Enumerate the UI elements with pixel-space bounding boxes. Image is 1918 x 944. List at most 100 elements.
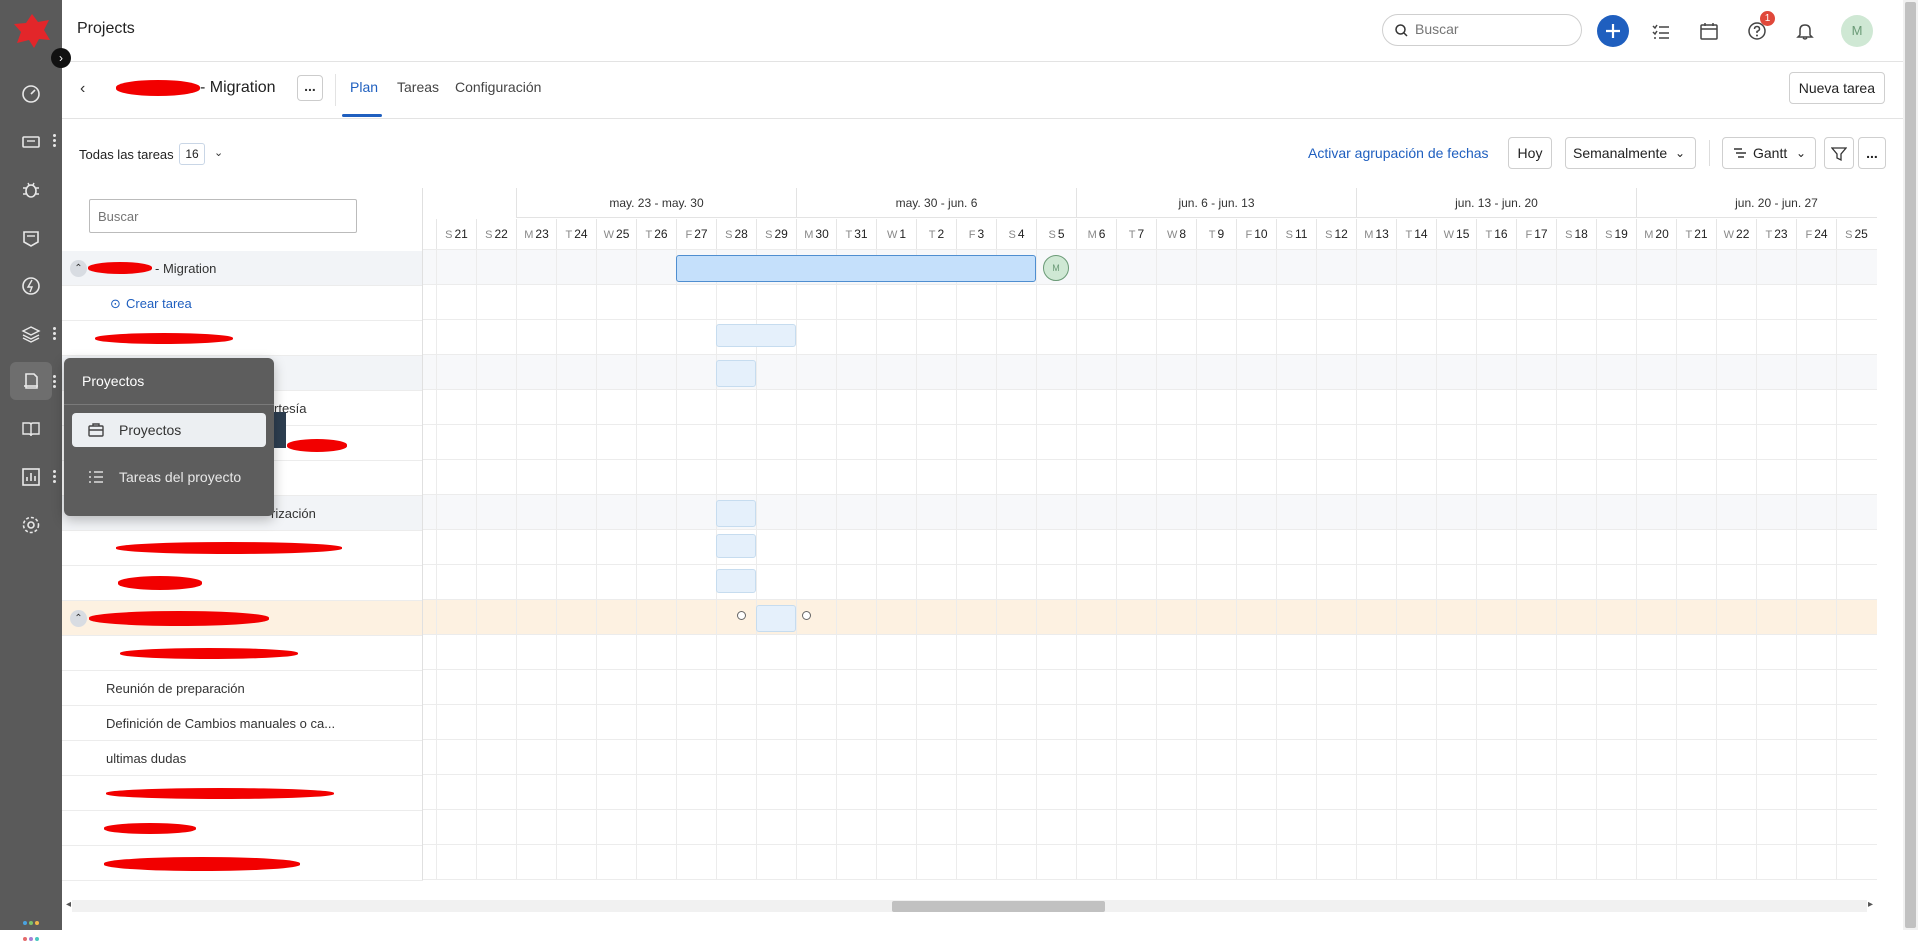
gantt-row-group [423, 354, 1877, 389]
app-logo-icon[interactable] [12, 12, 52, 50]
task-search-input[interactable] [89, 199, 357, 233]
task-row[interactable]: Reunión de preparación [62, 671, 423, 706]
task-bar[interactable] [716, 534, 756, 558]
help-button[interactable]: 1 [1741, 11, 1775, 47]
task-row[interactable] [62, 811, 423, 846]
day-number: 16 [1494, 227, 1508, 241]
task-label: ultimas dudas [106, 751, 187, 766]
rail-bug-icon[interactable] [10, 171, 52, 209]
gantt-horizontal-gridline [423, 599, 1877, 600]
tab-plan[interactable]: Plan [350, 79, 378, 95]
day-header: S 18 [1556, 219, 1596, 249]
view-select[interactable]: Gantt ⌄ [1722, 137, 1816, 169]
weekday-label: S [1845, 229, 1853, 241]
collapse-icon[interactable]: ⌃ [70, 260, 87, 277]
rail-assets-icon[interactable] [10, 219, 52, 257]
rail-reports-icon[interactable] [10, 458, 52, 496]
task-row[interactable]: Definición de Cambios manuales o ca... [62, 706, 423, 741]
hidden-element-edge [274, 412, 286, 448]
rail-more-icon[interactable] [53, 470, 57, 484]
tab-tareas[interactable]: Tareas [397, 79, 439, 95]
day-header: W 22 [1716, 219, 1756, 249]
menu-item-label: Proyectos [119, 422, 182, 438]
task-bar-selected[interactable] [756, 605, 796, 632]
task-bar[interactable] [716, 360, 756, 387]
task-row-create[interactable]: ⊙ Crear tarea [62, 286, 423, 321]
weekday-label: W [886, 229, 898, 241]
horizontal-scrollbar[interactable]: ◂ ▸ [62, 896, 1877, 916]
gantt-header-border [423, 249, 1877, 250]
weekday-label: F [685, 229, 693, 241]
all-tasks-filter[interactable]: Todas las tareas [79, 147, 174, 162]
menu-item-proyectos[interactable]: Proyectos [72, 413, 266, 447]
summary-bar[interactable] [676, 255, 1036, 282]
day-header: M6 [1076, 219, 1116, 249]
task-row[interactable] [62, 321, 423, 356]
task-list-button[interactable] [1645, 15, 1677, 47]
notifications-button[interactable] [1789, 15, 1821, 47]
task-row[interactable]: ultimas dudas [62, 741, 423, 776]
user-avatar[interactable]: M [1841, 15, 1873, 47]
global-search[interactable] [1382, 14, 1582, 46]
day-number: 7 [1137, 227, 1145, 241]
collapse-rail-button[interactable]: › [51, 48, 71, 68]
date-grouping-link[interactable]: Activar agrupación de fechas [1308, 145, 1489, 161]
calendar-button[interactable] [1693, 15, 1725, 47]
dependency-handle-icon[interactable] [802, 611, 811, 620]
rail-layers-icon[interactable] [10, 315, 52, 353]
vertical-scrollbar[interactable] [1903, 0, 1918, 930]
projects-flyout-menu: Proyectos Proyectos Tareas del proyecto [64, 358, 274, 516]
bar-assignee-avatar[interactable]: M [1043, 255, 1069, 281]
task-bar[interactable] [716, 569, 756, 593]
scroll-left-arrow-icon[interactable]: ◂ [66, 899, 71, 910]
rail-tickets-icon[interactable] [10, 123, 52, 161]
week-label: jun. 13 - jun. 20 [1356, 188, 1636, 218]
scrollbar-thumb[interactable] [892, 901, 1105, 912]
task-row[interactable] [62, 531, 423, 566]
project-more-button[interactable]: ... [297, 75, 323, 101]
scrollbar-thumb[interactable] [1905, 2, 1916, 928]
add-button[interactable] [1597, 15, 1629, 47]
project-bar: ‹ - Migration ... Plan Tareas Configurac… [62, 62, 1903, 119]
rail-more-icon[interactable] [53, 327, 57, 341]
collapse-icon[interactable]: ⌃ [70, 610, 87, 627]
toolbar-more-button[interactable]: ... [1858, 137, 1886, 169]
rail-settings-icon[interactable] [10, 506, 52, 544]
task-row-group-selected[interactable]: ⌃ [62, 601, 423, 636]
chevron-down-icon[interactable]: ⌄ [214, 146, 223, 159]
day-header: T 21 [1676, 219, 1716, 249]
rail-changes-icon[interactable] [10, 267, 52, 305]
today-button[interactable]: Hoy [1508, 137, 1552, 169]
task-row-group[interactable]: ⌃ - Migration [62, 251, 423, 286]
task-row[interactable] [62, 846, 423, 881]
tab-configuracion[interactable]: Configuración [455, 79, 541, 95]
rail-dashboard-icon[interactable] [10, 75, 52, 113]
rail-knowledge-icon[interactable] [10, 410, 52, 448]
rail-more-icon[interactable] [53, 375, 57, 389]
weekday-label: T [1485, 229, 1493, 241]
create-task-link[interactable]: Crear tarea [126, 296, 192, 311]
day-number: 27 [694, 227, 708, 241]
scroll-right-arrow-icon[interactable]: ▸ [1868, 899, 1873, 910]
filter-button[interactable] [1824, 137, 1854, 169]
day-number: 31 [854, 227, 868, 241]
task-row[interactable] [62, 636, 423, 671]
task-bar[interactable] [716, 500, 756, 527]
back-chevron-icon[interactable]: ‹ [80, 80, 85, 98]
apps-grid-icon[interactable] [22, 912, 40, 941]
gantt-icon [1734, 148, 1746, 158]
new-task-button[interactable]: Nueva tarea [1788, 72, 1885, 104]
task-bar[interactable] [716, 324, 796, 347]
scale-select[interactable]: Semanalmente ⌄ [1565, 137, 1696, 169]
task-row[interactable] [62, 566, 423, 601]
rail-projects-icon[interactable] [10, 362, 52, 400]
gantt-horizontal-gridline [423, 879, 1877, 880]
weekday-label: T [1128, 229, 1136, 241]
task-row[interactable] [62, 776, 423, 811]
rail-more-icon[interactable] [53, 134, 57, 148]
weekday-label: M [1364, 229, 1374, 241]
dependency-handle-icon[interactable] [737, 611, 746, 620]
global-search-input[interactable] [1415, 21, 1570, 37]
weekday-label: S [1565, 229, 1573, 241]
menu-item-tareas-del-proyecto[interactable]: Tareas del proyecto [72, 460, 266, 494]
